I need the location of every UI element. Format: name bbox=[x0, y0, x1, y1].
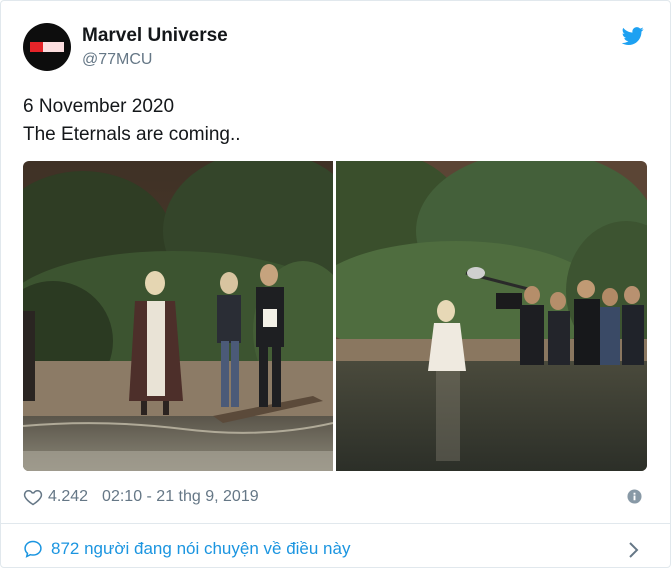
divider bbox=[1, 523, 670, 524]
user-handle[interactable]: @77MCU bbox=[82, 51, 152, 69]
twitter-bird-icon[interactable] bbox=[621, 25, 645, 47]
conversation-text: 872 người đang nói chuyện về điều này bbox=[51, 539, 351, 558]
display-name[interactable]: Marvel Universe bbox=[82, 25, 228, 47]
timestamp[interactable]: 02:10 - 21 thg 9, 2019 bbox=[102, 488, 259, 506]
info-icon[interactable] bbox=[627, 489, 642, 504]
tweet-card: Marvel Universe @77MCU 6 November 2020 T… bbox=[0, 0, 671, 568]
media-grid bbox=[23, 161, 647, 471]
conversation-link[interactable]: 872 người đang nói chuyện về điều này bbox=[23, 539, 350, 559]
tweet-text: 6 November 2020 The Eternals are coming.… bbox=[23, 96, 241, 145]
like-count[interactable]: 4.242 bbox=[48, 488, 88, 506]
chevron-right-icon[interactable] bbox=[627, 540, 641, 560]
speech-bubble-icon bbox=[24, 540, 42, 558]
photo-1[interactable] bbox=[23, 161, 333, 471]
tweet-meta: 4.242 02:10 - 21 thg 9, 2019 bbox=[23, 487, 259, 507]
photo-2[interactable] bbox=[336, 161, 647, 471]
heart-icon[interactable] bbox=[23, 487, 43, 507]
avatar[interactable] bbox=[23, 23, 71, 71]
